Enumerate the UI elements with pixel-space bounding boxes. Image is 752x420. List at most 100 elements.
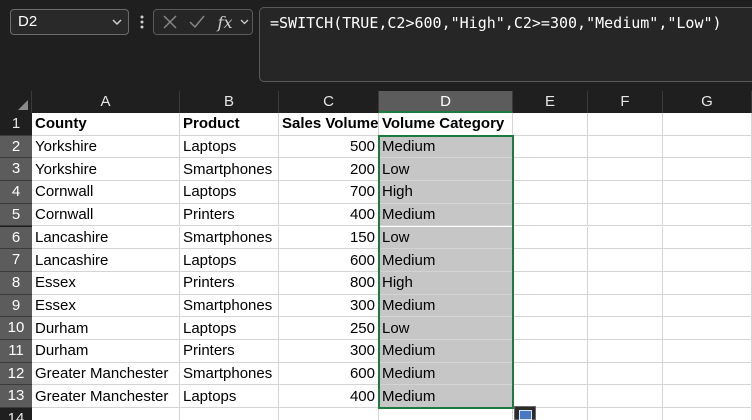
- cell-g5[interactable]: [663, 203, 752, 227]
- cell-f14[interactable]: [588, 408, 663, 420]
- cell-area[interactable]: County Product Sales Volume Volume Category…: [32, 113, 752, 420]
- cell-e12[interactable]: [513, 362, 588, 386]
- chevron-down-icon[interactable]: [238, 10, 250, 34]
- row-header-6[interactable]: 6: [0, 226, 32, 250]
- cell-g12[interactable]: [663, 362, 752, 386]
- column-header-g[interactable]: G: [663, 91, 752, 113]
- cell-f13[interactable]: [588, 385, 663, 409]
- cell-g11[interactable]: [663, 340, 752, 363]
- cell-b3[interactable]: Smartphones: [180, 158, 279, 182]
- cell-b10[interactable]: Laptops: [180, 317, 279, 340]
- row-header-7[interactable]: 7: [0, 249, 32, 272]
- check-icon[interactable]: [186, 10, 208, 34]
- row-header-11[interactable]: 11: [0, 340, 32, 363]
- cell-a1[interactable]: County: [32, 113, 180, 136]
- cell-g14[interactable]: [663, 408, 752, 420]
- cell-d9[interactable]: Medium: [379, 294, 513, 318]
- cell-g9[interactable]: [663, 294, 752, 318]
- cell-c11[interactable]: 300: [279, 340, 379, 363]
- cell-e3[interactable]: [513, 158, 588, 182]
- row-header-10[interactable]: 10: [0, 317, 32, 340]
- cell-e13[interactable]: [513, 385, 588, 409]
- cell-b13[interactable]: Laptops: [180, 385, 279, 409]
- cell-d13[interactable]: Medium: [379, 385, 513, 409]
- cell-c14[interactable]: [279, 408, 379, 420]
- cell-e9[interactable]: [513, 294, 588, 318]
- cell-c12[interactable]: 600: [279, 362, 379, 386]
- cell-g2[interactable]: [663, 135, 752, 159]
- cell-f7[interactable]: [588, 249, 663, 272]
- cell-f9[interactable]: [588, 294, 663, 318]
- cell-d14[interactable]: [379, 408, 513, 420]
- cell-g4[interactable]: [663, 181, 752, 204]
- column-header-b[interactable]: B: [180, 91, 279, 113]
- quick-analysis-icon[interactable]: [514, 406, 536, 420]
- row-header-2[interactable]: 2: [0, 135, 32, 159]
- row-header-1[interactable]: 1: [0, 113, 32, 136]
- more-options-icon[interactable]: [139, 13, 145, 31]
- cell-a6[interactable]: Lancashire: [32, 226, 180, 250]
- cell-f4[interactable]: [588, 181, 663, 204]
- row-header-5[interactable]: 5: [0, 203, 32, 227]
- row-header-4[interactable]: 4: [0, 181, 32, 204]
- cell-a12[interactable]: Greater Manchester: [32, 362, 180, 386]
- cell-e1[interactable]: [513, 113, 588, 136]
- cell-d7[interactable]: Medium: [379, 249, 513, 272]
- cell-c8[interactable]: 800: [279, 271, 379, 295]
- row-header-13[interactable]: 13: [0, 385, 32, 409]
- cell-f3[interactable]: [588, 158, 663, 182]
- cell-d4[interactable]: High: [379, 181, 513, 204]
- cell-b12[interactable]: Smartphones: [180, 362, 279, 386]
- cell-e6[interactable]: [513, 226, 588, 250]
- column-header-f[interactable]: F: [588, 91, 663, 113]
- cell-g1[interactable]: [663, 113, 752, 136]
- cell-e7[interactable]: [513, 249, 588, 272]
- cell-d1[interactable]: Volume Category: [379, 113, 513, 136]
- cell-d8[interactable]: High: [379, 271, 513, 295]
- cell-a4[interactable]: Cornwall: [32, 181, 180, 204]
- cell-a2[interactable]: Yorkshire: [32, 135, 180, 159]
- cell-b4[interactable]: Laptops: [180, 181, 279, 204]
- cell-d6[interactable]: Low: [379, 226, 513, 250]
- cell-b8[interactable]: Printers: [180, 271, 279, 295]
- column-header-a[interactable]: A: [32, 91, 180, 113]
- cell-d2[interactable]: Medium: [379, 135, 513, 159]
- cell-b14[interactable]: [180, 408, 279, 420]
- cell-b11[interactable]: Printers: [180, 340, 279, 363]
- cell-c10[interactable]: 250: [279, 317, 379, 340]
- cell-f5[interactable]: [588, 203, 663, 227]
- cell-f8[interactable]: [588, 271, 663, 295]
- cell-e11[interactable]: [513, 340, 588, 363]
- cell-c6[interactable]: 150: [279, 226, 379, 250]
- cell-g10[interactable]: [663, 317, 752, 340]
- cell-a10[interactable]: Durham: [32, 317, 180, 340]
- chevron-down-icon[interactable]: [110, 10, 124, 34]
- cell-b1[interactable]: Product: [180, 113, 279, 136]
- cell-f1[interactable]: [588, 113, 663, 136]
- cell-f6[interactable]: [588, 226, 663, 250]
- cell-f10[interactable]: [588, 317, 663, 340]
- cell-c2[interactable]: 500: [279, 135, 379, 159]
- cell-e4[interactable]: [513, 181, 588, 204]
- cell-c13[interactable]: 400: [279, 385, 379, 409]
- column-header-c[interactable]: C: [279, 91, 379, 113]
- x-icon[interactable]: [160, 10, 180, 34]
- cell-a7[interactable]: Lancashire: [32, 249, 180, 272]
- name-box[interactable]: D2: [10, 9, 129, 35]
- row-header-3[interactable]: 3: [0, 158, 32, 182]
- cell-d5[interactable]: Medium: [379, 203, 513, 227]
- cell-a8[interactable]: Essex: [32, 271, 180, 295]
- cell-d12[interactable]: Medium: [379, 362, 513, 386]
- cell-g3[interactable]: [663, 158, 752, 182]
- cell-c1[interactable]: Sales Volume: [279, 113, 379, 136]
- cell-c4[interactable]: 700: [279, 181, 379, 204]
- row-header-14[interactable]: 14: [0, 408, 32, 420]
- cell-g8[interactable]: [663, 271, 752, 295]
- cell-a11[interactable]: Durham: [32, 340, 180, 363]
- column-header-d[interactable]: D: [379, 91, 513, 113]
- cell-b9[interactable]: Smartphones: [180, 294, 279, 318]
- cell-e10[interactable]: [513, 317, 588, 340]
- cell-g7[interactable]: [663, 249, 752, 272]
- cell-c3[interactable]: 200: [279, 158, 379, 182]
- cell-b7[interactable]: Laptops: [180, 249, 279, 272]
